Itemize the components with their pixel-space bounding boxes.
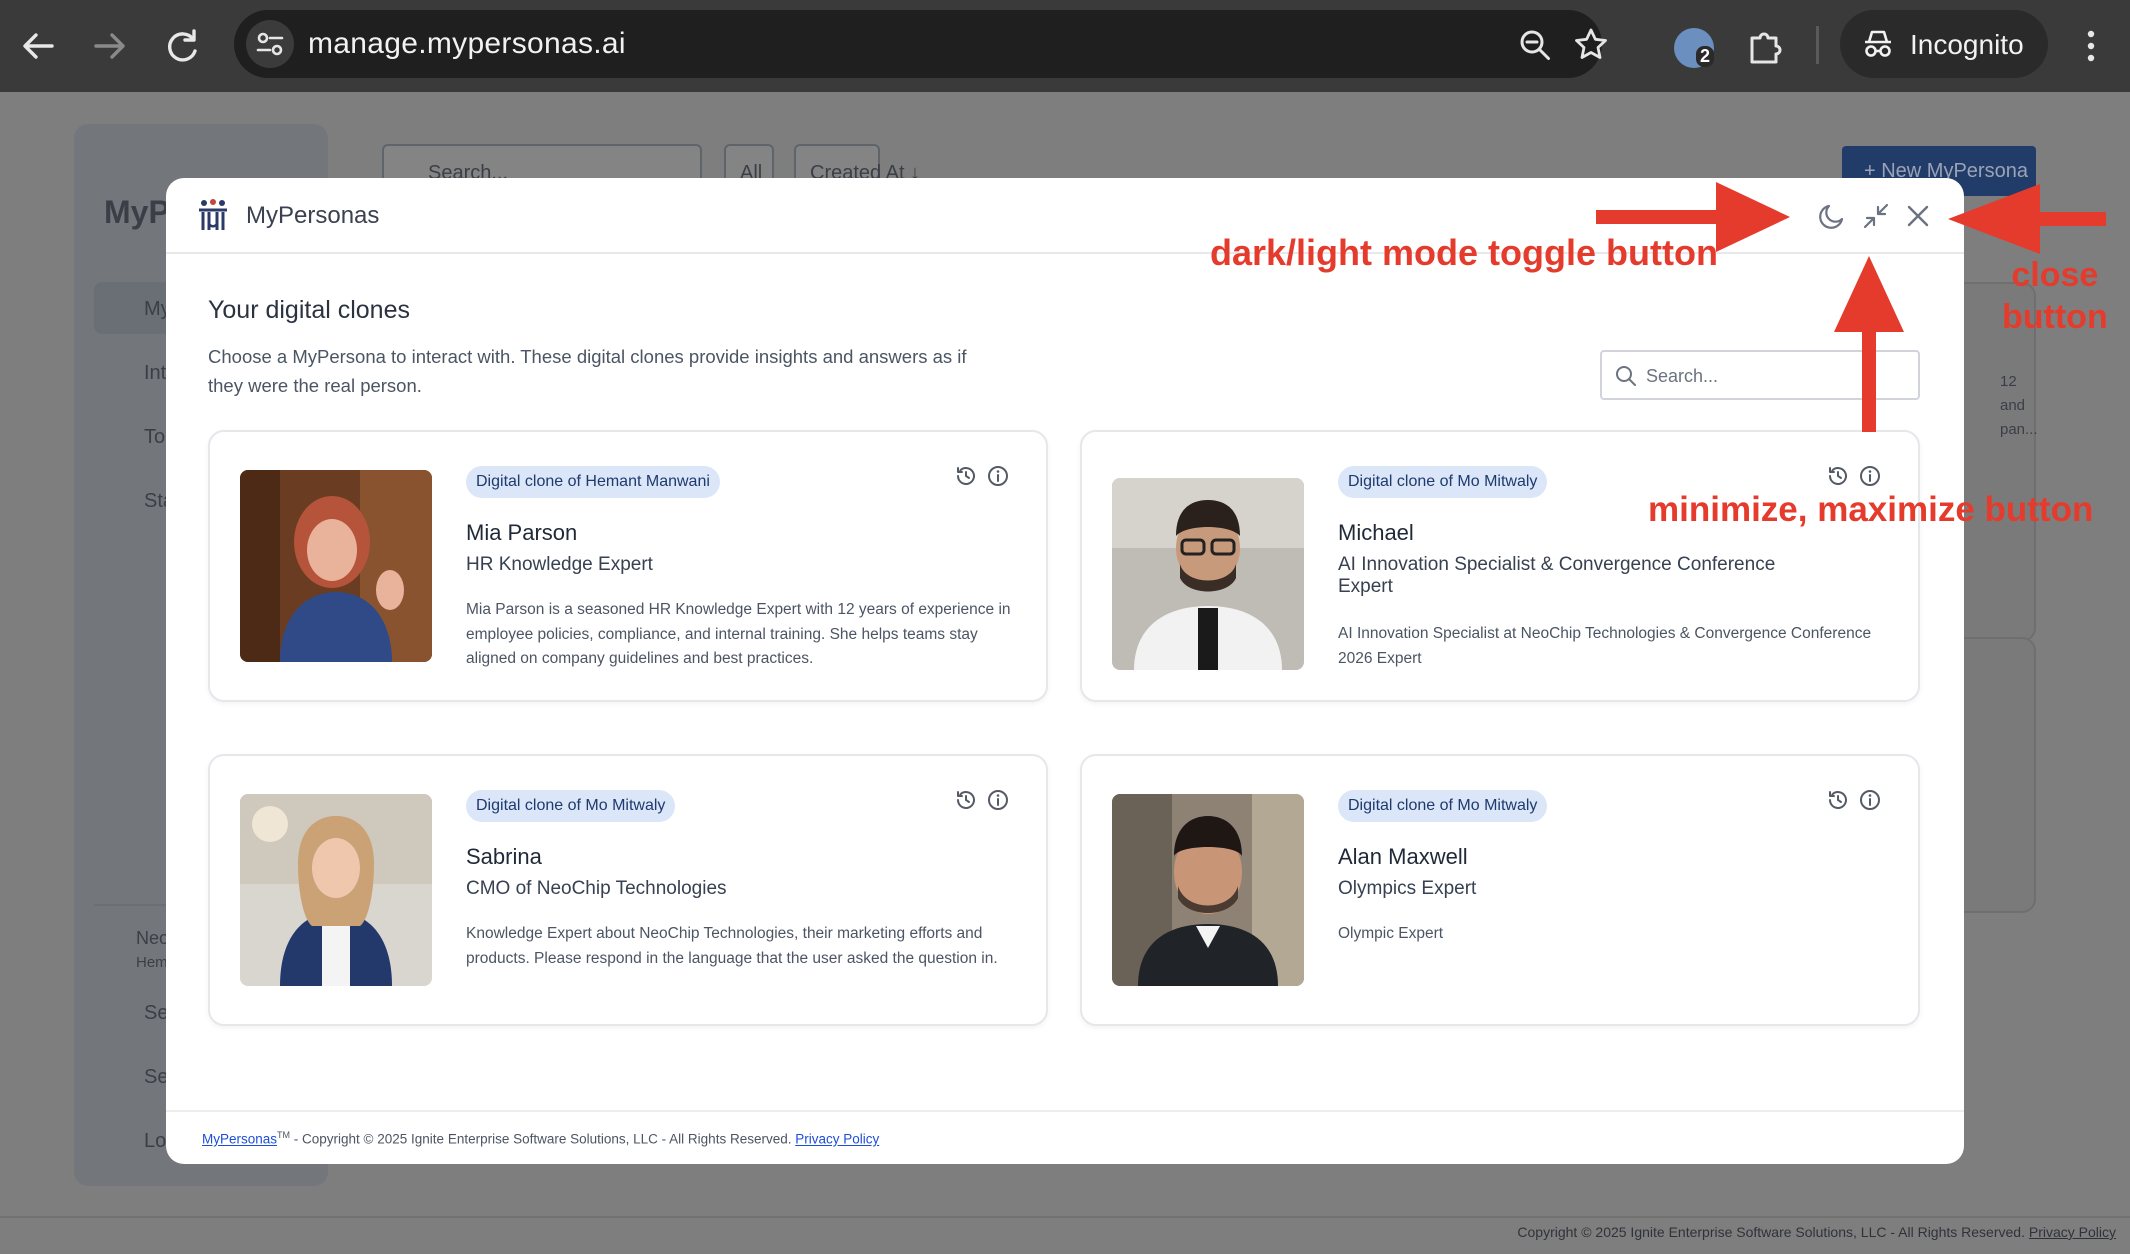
page-title: Your digital clones [208,296,410,324]
background-nav-item: Int [144,362,167,384]
digital-clone-tag: Digital clone of Mo Mitwaly [1338,790,1548,822]
persona-description: Olympic Expert [1338,925,1444,942]
background-footer-text: Copyright © 2025 Ignite Enterprise Softw… [1517,1224,2116,1240]
bookmark-star-icon[interactable] [1572,26,1610,64]
modal-brand: MyPersonas [246,202,380,229]
privacy-policy-link[interactable]: Privacy Policy [795,1132,879,1147]
persona-card-michael[interactable]: Digital clone of Mo Mitwaly Michael AI I… [1080,430,1920,702]
info-icon[interactable] [986,788,1010,812]
url-text[interactable]: manage.mypersonas.ai [308,27,626,61]
background-org-name: Neo [136,928,170,948]
background-snippet: and [2000,397,2026,414]
back-arrow-icon[interactable] [14,22,62,70]
persona-search[interactable] [1600,350,1920,400]
background-privacy-link: Privacy Policy [2028,1224,2116,1240]
annotation-close-line: close [2011,256,2099,294]
persona-avatar [1112,478,1304,670]
trademark-mark: TM [277,1130,291,1140]
background-org-owner: Hem [136,954,168,971]
persona-description: Mia Parson is a seasoned HR Knowledge Ex… [466,601,1011,667]
background-footer: Copyright © 2025 Ignite Enterprise Softw… [0,1216,2130,1254]
background-brand: MyP [104,194,170,230]
annotation-minmax-label: minimize, maximize button [1648,490,2094,529]
address-bar[interactable]: manage.mypersonas.ai [234,10,1607,78]
info-icon[interactable] [986,464,1010,488]
persona-role: AI Innovation Specialist & Convergence C… [1338,554,1776,597]
persona-card-sabrina[interactable]: Digital clone of Mo Mitwaly Sabrina CMO … [208,754,1048,1026]
history-icon[interactable] [954,788,978,812]
incognito-icon [1865,30,1891,57]
browser-menu-icon[interactable] [2076,22,2106,70]
persona-name: Mia Parson [466,520,578,545]
background-snippet: 12 [2000,373,2017,390]
persona-avatar [240,470,432,662]
incognito-label: Incognito [1910,29,2024,60]
extensions-puzzle-icon[interactable] [1744,24,1788,68]
persona-name: Alan Maxwell [1338,844,1468,869]
background-card-text: 12 and pan... [2000,370,2038,442]
persona-card-alan-maxwell[interactable]: Digital clone of Mo Mitwaly Alan Maxwell… [1080,754,1920,1026]
persona-card-mia-parson[interactable]: Digital clone of Hemant Manwani Mia Pars… [208,430,1048,702]
persona-avatar [1112,794,1304,986]
mypersonas-logo-icon [196,198,230,234]
persona-name: Sabrina [466,844,542,869]
forward-arrow-icon[interactable] [86,22,134,70]
search-icon [1616,366,1636,386]
annotation-close-label: close button [2002,254,2108,338]
background-copyright: Copyright © 2025 Ignite Enterprise Softw… [1517,1224,2025,1240]
persona-selector-modal: MyPersonas Your digital clones Choose a … [166,178,1964,1164]
persona-avatar [240,794,432,986]
reload-icon[interactable] [158,22,206,70]
browser-toolbar: manage.mypersonas.ai 2 Incognito [0,0,2130,92]
annotation-close-line: button [2002,298,2108,336]
persona-role: CMO of NeoChip Technologies [466,878,727,899]
history-icon[interactable] [1826,464,1850,488]
info-icon[interactable] [1858,464,1882,488]
background-snippet: pan... [2000,421,2038,438]
site-settings-icon[interactable] [246,20,294,68]
search-input[interactable] [1646,362,1906,390]
page-description: Choose a MyPersona to interact with. The… [208,346,967,396]
footer-text: MyPersonasTM - Copyright © 2025 Ignite E… [202,1130,879,1147]
digital-clone-tag: Digital clone of Mo Mitwaly [1338,466,1548,498]
persona-description: AI Innovation Specialist at NeoChip Tech… [1338,625,1872,667]
incognito-profile-button[interactable]: Incognito [1840,10,2048,78]
persona-name: Michael [1338,520,1414,545]
close-icon[interactable] [1902,200,1934,232]
info-icon[interactable] [1858,788,1882,812]
background-card [1960,637,2036,913]
persona-role: Olympics Expert [1338,878,1477,899]
minimize-icon[interactable] [1860,200,1892,232]
zoom-icon[interactable] [1516,26,1554,64]
history-icon[interactable] [1826,788,1850,812]
copyright-text: - Copyright © 2025 Ignite Enterprise Sof… [290,1131,796,1147]
digital-clone-tag: Digital clone of Mo Mitwaly [466,790,676,822]
persona-role: HR Knowledge Expert [466,554,653,575]
mypersonas-link[interactable]: MyPersonas [202,1132,277,1147]
annotation-toggle-label: dark/light mode toggle button [1210,232,1718,273]
dark-mode-moon-icon[interactable] [1816,200,1848,232]
extension-badge-count: 2 [1696,46,1715,67]
history-icon[interactable] [954,464,978,488]
persona-description: Knowledge Expert about NeoChip Technolog… [466,925,998,967]
digital-clone-tag: Digital clone of Hemant Manwani [466,466,720,498]
toolbar-divider [1816,26,1819,64]
modal-footer: MyPersonasTM - Copyright © 2025 Ignite E… [166,1110,1964,1164]
